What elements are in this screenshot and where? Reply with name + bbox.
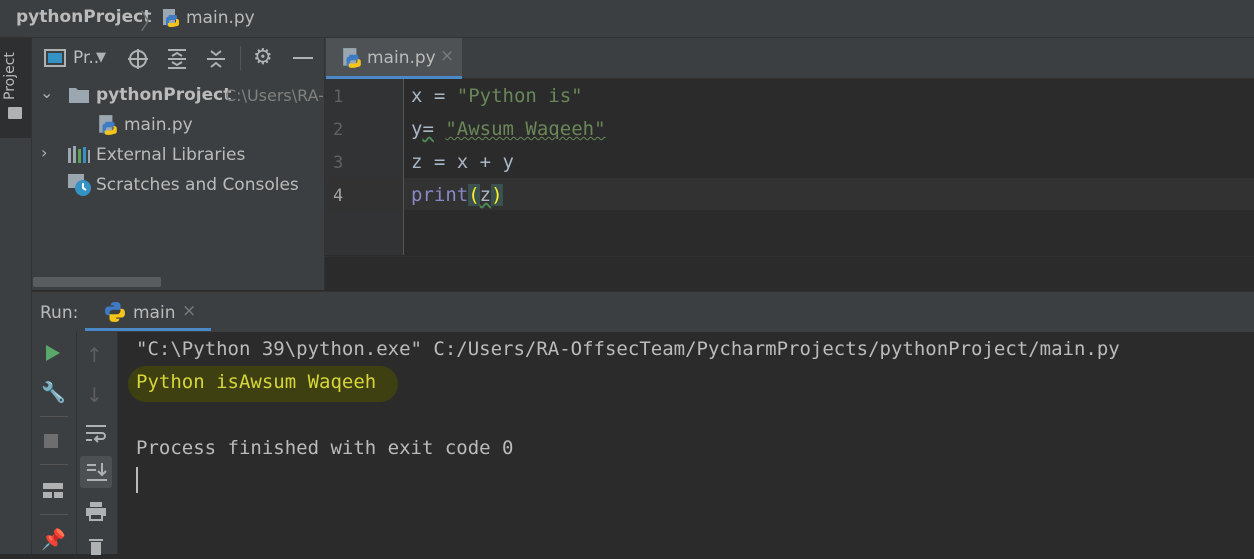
- builtin-function: print: [411, 184, 469, 206]
- caret-row-highlight: [404, 178, 1254, 210]
- console-program-output: Python isAwsum Waqeeh: [136, 371, 377, 393]
- toolbar-divider: [40, 464, 68, 465]
- tree-project-path: C:\Users\RA-: [225, 86, 323, 105]
- wrench-icon[interactable]: 🔧: [41, 380, 66, 404]
- matched-brace: ): [491, 184, 503, 206]
- gear-icon[interactable]: ⚙: [253, 45, 273, 70]
- toolbar-divider: [240, 46, 241, 70]
- console-cursor: [136, 467, 138, 493]
- python-file-icon: [97, 114, 119, 140]
- toolbar-divider: [40, 416, 68, 417]
- line-number: 4: [333, 186, 344, 206]
- folder-icon: [8, 107, 22, 119]
- tab-label: main.py: [367, 48, 436, 68]
- project-view-icon[interactable]: [44, 48, 66, 72]
- python-icon: [104, 301, 126, 327]
- stop-icon[interactable]: [44, 434, 58, 448]
- trash-icon[interactable]: [88, 537, 104, 559]
- matched-brace: (: [468, 184, 480, 206]
- close-icon[interactable]: ×: [182, 301, 196, 321]
- tree-item-main-py[interactable]: main.py: [124, 115, 193, 135]
- breadcrumb-project[interactable]: pythonProject: [16, 7, 151, 27]
- line-number: 3: [333, 153, 344, 173]
- code-line-3: z = x + y: [411, 151, 514, 173]
- soft-wrap-icon[interactable]: [84, 422, 108, 448]
- expand-all-icon[interactable]: [165, 47, 189, 75]
- minimize-icon[interactable]: [293, 57, 313, 59]
- tree-item-scratches[interactable]: Scratches and Consoles: [96, 175, 299, 195]
- layout-icon[interactable]: [42, 480, 64, 504]
- tree-item-external-libraries[interactable]: External Libraries: [96, 145, 245, 165]
- line-number: 2: [333, 120, 344, 140]
- chevron-down-icon[interactable]: ▼: [96, 50, 106, 65]
- code-line-1: x = "Python is": [411, 85, 583, 107]
- run-label: Run:: [40, 303, 79, 323]
- run-panel-header: [32, 291, 1254, 333]
- code-token-warning: =: [422, 118, 434, 140]
- console-exit-message: Process finished with exit code 0: [136, 437, 514, 459]
- breadcrumb-separator: 〉: [140, 10, 163, 35]
- rerun-icon[interactable]: [44, 343, 62, 367]
- console-command-line: "C:\Python 39\python.exe" C:/Users/RA-Of…: [136, 338, 1120, 360]
- libraries-icon: [67, 146, 91, 168]
- locate-icon[interactable]: [126, 47, 150, 75]
- pin-icon[interactable]: 📌: [41, 527, 66, 551]
- scroll-to-end-icon: [86, 461, 108, 487]
- chevron-right-icon[interactable]: ›: [41, 143, 47, 162]
- line-number: 1: [333, 87, 344, 107]
- project-tab-label: Project: [2, 52, 18, 100]
- code-line-2: y= "Awsum Waqeeh": [411, 118, 606, 140]
- scratches-icon: [67, 173, 93, 201]
- python-file-icon: [341, 47, 363, 73]
- code-token: y: [411, 118, 423, 140]
- code-line-4: print(z): [411, 184, 503, 206]
- editor-empty-area: [325, 256, 1254, 291]
- editor-tab-bar: [325, 38, 1254, 79]
- horizontal-scrollbar[interactable]: [33, 277, 161, 287]
- string-literal: "Python is": [456, 85, 583, 107]
- print-icon[interactable]: [85, 500, 107, 526]
- arrow-up-icon[interactable]: ↑: [86, 343, 103, 367]
- arrow-down-icon[interactable]: ↓: [86, 383, 103, 407]
- chevron-down-icon[interactable]: ⌄: [40, 83, 53, 102]
- folder-icon: [68, 86, 90, 108]
- python-file-icon: [161, 8, 181, 32]
- breadcrumb-file[interactable]: main.py: [186, 8, 255, 28]
- string-literal: "Awsum Waqeeh": [445, 118, 606, 140]
- code-token: x =: [411, 85, 457, 107]
- toolbar-divider: [40, 514, 68, 515]
- tree-project-name[interactable]: pythonProject: [96, 85, 231, 105]
- collapse-all-icon[interactable]: [204, 47, 228, 75]
- close-icon[interactable]: ×: [440, 46, 454, 66]
- run-tab-label: main: [133, 303, 176, 323]
- code-token: z: [479, 184, 492, 206]
